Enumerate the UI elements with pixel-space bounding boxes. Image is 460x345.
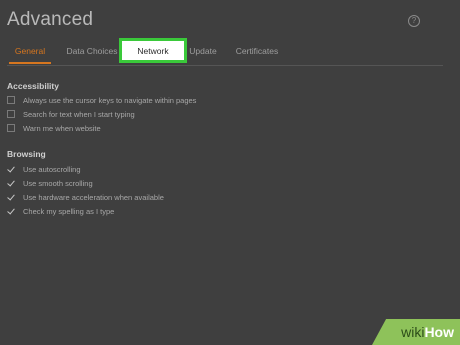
checkbox-label: Use hardware acceleration when available — [23, 192, 164, 202]
page-title: Advanced — [7, 9, 94, 30]
tab-general[interactable]: General — [9, 40, 51, 64]
checkbox-row[interactable]: Use autoscrolling — [7, 163, 81, 175]
logo-wiki-text: wiki — [401, 324, 425, 340]
checkmark-icon[interactable] — [7, 165, 15, 173]
accessibility-heading: Accessibility — [7, 81, 59, 91]
checkbox-row[interactable]: Always use the cursor keys to navigate w… — [7, 94, 196, 106]
checkbox-label: Use autoscrolling — [23, 164, 81, 174]
checkbox-row[interactable]: Warn me when website — [7, 122, 101, 134]
checkbox-label: Search for text when I start typing — [23, 109, 135, 119]
checkbox-label: Warn me when website — [23, 123, 101, 133]
checkbox-row[interactable]: Search for text when I start typing — [7, 108, 135, 120]
checkbox-label: Check my spelling as I type — [23, 206, 115, 216]
checkbox-label: Always use the cursor keys to navigate w… — [23, 95, 197, 105]
tab-update[interactable]: Update — [185, 40, 221, 64]
help-icon[interactable]: ? — [408, 15, 420, 27]
checkbox-row[interactable]: Check my spelling as I type — [7, 205, 114, 217]
tab-bar: General Data Choices Network Update Cert… — [7, 38, 443, 66]
checkbox-row[interactable]: Use hardware acceleration when available — [7, 191, 164, 203]
browsing-heading: Browsing — [7, 149, 46, 159]
tab-data-choices[interactable]: Data Choices — [62, 40, 122, 64]
tab-network[interactable]: Network — [119, 38, 187, 63]
logo-how-text: How — [424, 324, 454, 340]
checkbox[interactable] — [7, 96, 15, 104]
checkbox[interactable] — [7, 124, 15, 132]
checkbox-label: Use smooth scrolling — [23, 178, 93, 188]
checkbox-row[interactable]: Use smooth scrolling — [7, 177, 93, 189]
checkmark-icon[interactable] — [7, 207, 15, 215]
wikihow-logo: wiki How — [372, 319, 460, 345]
checkbox[interactable] — [7, 110, 15, 118]
checkmark-icon[interactable] — [7, 179, 15, 187]
checkmark-icon[interactable] — [7, 193, 15, 201]
tab-certificates[interactable]: Certificates — [233, 40, 281, 64]
